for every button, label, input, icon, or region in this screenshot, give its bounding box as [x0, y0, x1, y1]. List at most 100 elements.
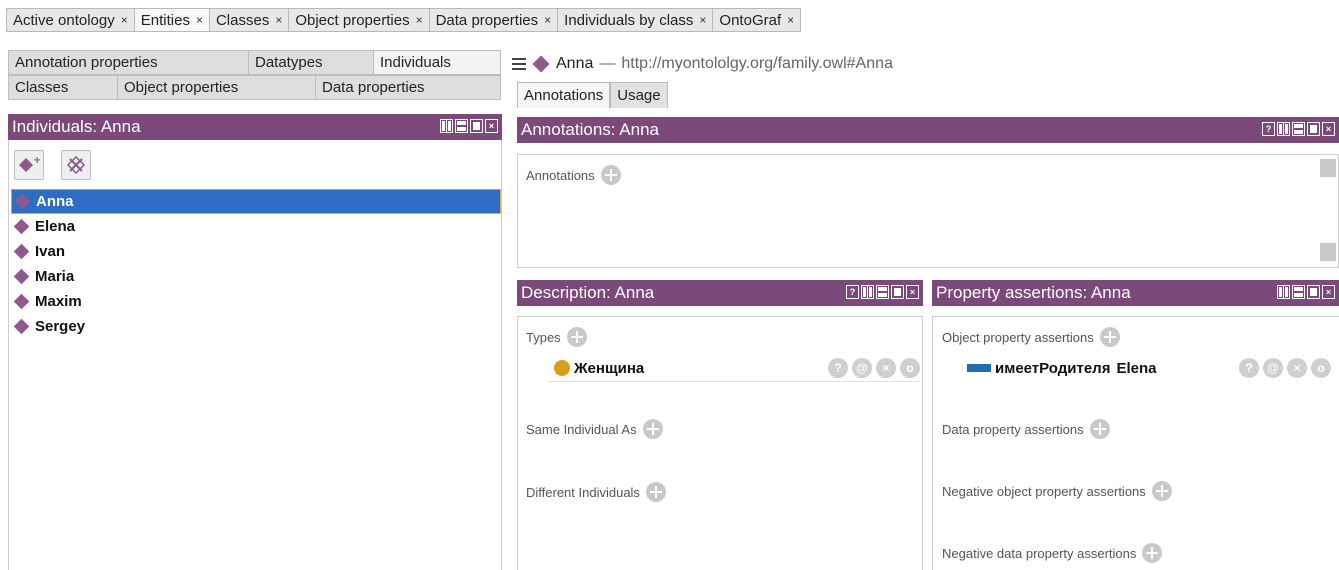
entity-name: Anna	[556, 55, 594, 72]
edit-icon[interactable]: o	[900, 358, 920, 378]
scrollbar-thumb-bottom[interactable]	[1320, 243, 1336, 261]
add-icon[interactable]	[1151, 481, 1172, 501]
annotate-icon[interactable]: @	[852, 358, 872, 378]
section-label: Negative object property assertions	[942, 483, 1146, 499]
close-icon[interactable]: ×	[275, 13, 282, 27]
add-icon[interactable]	[1099, 327, 1120, 347]
object-property-assertions-section: Object property assertions	[942, 327, 1120, 347]
help-icon[interactable]: ?	[1262, 122, 1275, 136]
tab-ontograf[interactable]: OntoGraf ×	[712, 8, 802, 32]
close-icon[interactable]: ×	[1322, 285, 1335, 299]
description-panel: Types Женщина ? @ × o Same Individual As…	[517, 316, 923, 570]
tab-data-properties[interactable]: Data properties	[315, 75, 501, 100]
tab-classes[interactable]: Classes	[8, 75, 117, 100]
tab-annotation-properties[interactable]: Annotation properties	[8, 50, 248, 75]
tab-label: Active ontology	[13, 11, 115, 29]
section-label: Data property assertions	[942, 421, 1084, 437]
tab-annotations[interactable]: Annotations	[517, 82, 611, 108]
tab-label: Individuals by class	[564, 11, 694, 29]
close-icon[interactable]: ×	[485, 119, 498, 133]
tab-object-properties[interactable]: Object properties	[117, 75, 315, 100]
item-label: Elena	[35, 218, 76, 235]
object-property-icon	[967, 364, 991, 372]
tab-label: Entities	[140, 11, 190, 29]
split-horizontal-icon[interactable]	[876, 285, 889, 299]
individual-icon	[13, 243, 30, 260]
split-vertical-icon[interactable]	[1277, 122, 1290, 136]
delete-icon[interactable]: ×	[876, 358, 896, 378]
add-icon[interactable]	[645, 482, 666, 502]
entity-view-tabs: Annotations Usage	[517, 82, 668, 108]
menu-icon[interactable]	[512, 58, 526, 70]
tab-individuals[interactable]: Individuals	[373, 50, 501, 75]
maximize-icon[interactable]	[891, 285, 904, 299]
split-horizontal-icon[interactable]	[1292, 285, 1305, 299]
tab-usage[interactable]: Usage	[610, 82, 668, 108]
tab-label: Datatypes	[255, 54, 323, 71]
individual-icon	[532, 55, 550, 73]
explain-icon[interactable]: ?	[828, 358, 848, 378]
help-icon[interactable]: ?	[846, 285, 859, 299]
object-property-row[interactable]: имеетРодителя Elena ? @ × o	[967, 355, 1331, 381]
add-icon[interactable]	[1142, 543, 1163, 563]
add-icon[interactable]	[1089, 419, 1110, 439]
maximize-icon[interactable]	[1307, 285, 1320, 299]
tab-entities[interactable]: Entities ×	[133, 8, 209, 32]
edit-icon[interactable]: o	[1311, 358, 1331, 378]
delete-individual-button[interactable]	[61, 150, 91, 180]
list-item[interactable]: Maria	[11, 264, 501, 289]
add-icon[interactable]	[642, 419, 663, 439]
split-vertical-icon[interactable]	[861, 285, 874, 299]
annotate-icon[interactable]: @	[1263, 358, 1283, 378]
tab-data-properties[interactable]: Data properties ×	[428, 8, 558, 32]
list-item[interactable]: Elena	[11, 214, 501, 239]
negative-object-property-assertions-section: Negative object property assertions	[942, 481, 1172, 501]
item-label: Sergey	[35, 318, 86, 335]
tab-active-ontology[interactable]: Active ontology ×	[6, 8, 134, 32]
close-icon[interactable]: ×	[1322, 122, 1335, 136]
split-vertical-icon[interactable]	[1277, 285, 1290, 299]
add-icon[interactable]	[600, 165, 621, 185]
tab-label: Annotation properties	[15, 54, 158, 71]
property-value: Elena	[1116, 359, 1157, 377]
close-icon[interactable]: ×	[699, 13, 706, 27]
scrollbar-thumb-top[interactable]	[1320, 159, 1336, 177]
entity-header: Anna — http://myontololgy.org/family.owl…	[512, 50, 1339, 78]
tab-datatypes[interactable]: Datatypes	[248, 50, 373, 75]
tab-object-properties[interactable]: Object properties ×	[288, 8, 429, 32]
close-icon[interactable]: ×	[121, 13, 128, 27]
tab-label: Usage	[617, 87, 661, 104]
item-label: Maria	[35, 268, 75, 285]
list-item[interactable]: Maxim	[11, 289, 501, 314]
panel-title: Description: Anna	[521, 283, 655, 302]
list-item[interactable]: Ivan	[11, 239, 501, 264]
panel-title: Individuals: Anna	[12, 117, 141, 136]
section-label: Types	[526, 329, 561, 345]
maximize-icon[interactable]	[1307, 122, 1320, 136]
maximize-icon[interactable]	[470, 119, 483, 133]
explain-icon[interactable]: ?	[1239, 358, 1259, 378]
add-icon[interactable]	[566, 327, 587, 347]
entity-iri: http://myontololgy.org/family.owl#Anna	[621, 55, 893, 72]
delete-icon[interactable]: ×	[1287, 358, 1307, 378]
list-item[interactable]: Anna	[11, 189, 501, 214]
close-icon[interactable]: ×	[196, 13, 203, 27]
add-individual-button[interactable]: +	[14, 150, 44, 180]
individual-icon	[13, 293, 30, 310]
entity-separator: —	[599, 55, 616, 72]
split-horizontal-icon[interactable]	[1292, 122, 1305, 136]
tab-label: Annotations	[524, 87, 604, 104]
close-icon[interactable]: ×	[787, 13, 794, 27]
annotations-section: Annotations	[526, 165, 621, 185]
close-icon[interactable]: ×	[544, 13, 551, 27]
split-horizontal-icon[interactable]	[455, 119, 468, 133]
class-icon	[554, 360, 570, 376]
same-individual-section: Same Individual As	[526, 419, 663, 439]
type-row[interactable]: Женщина ? @ × o	[548, 355, 920, 382]
tab-individuals-by-class[interactable]: Individuals by class ×	[557, 8, 713, 32]
split-vertical-icon[interactable]	[440, 119, 453, 133]
close-icon[interactable]: ×	[906, 285, 919, 299]
list-item[interactable]: Sergey	[11, 314, 501, 339]
close-icon[interactable]: ×	[416, 13, 423, 27]
tab-classes[interactable]: Classes ×	[208, 8, 289, 32]
